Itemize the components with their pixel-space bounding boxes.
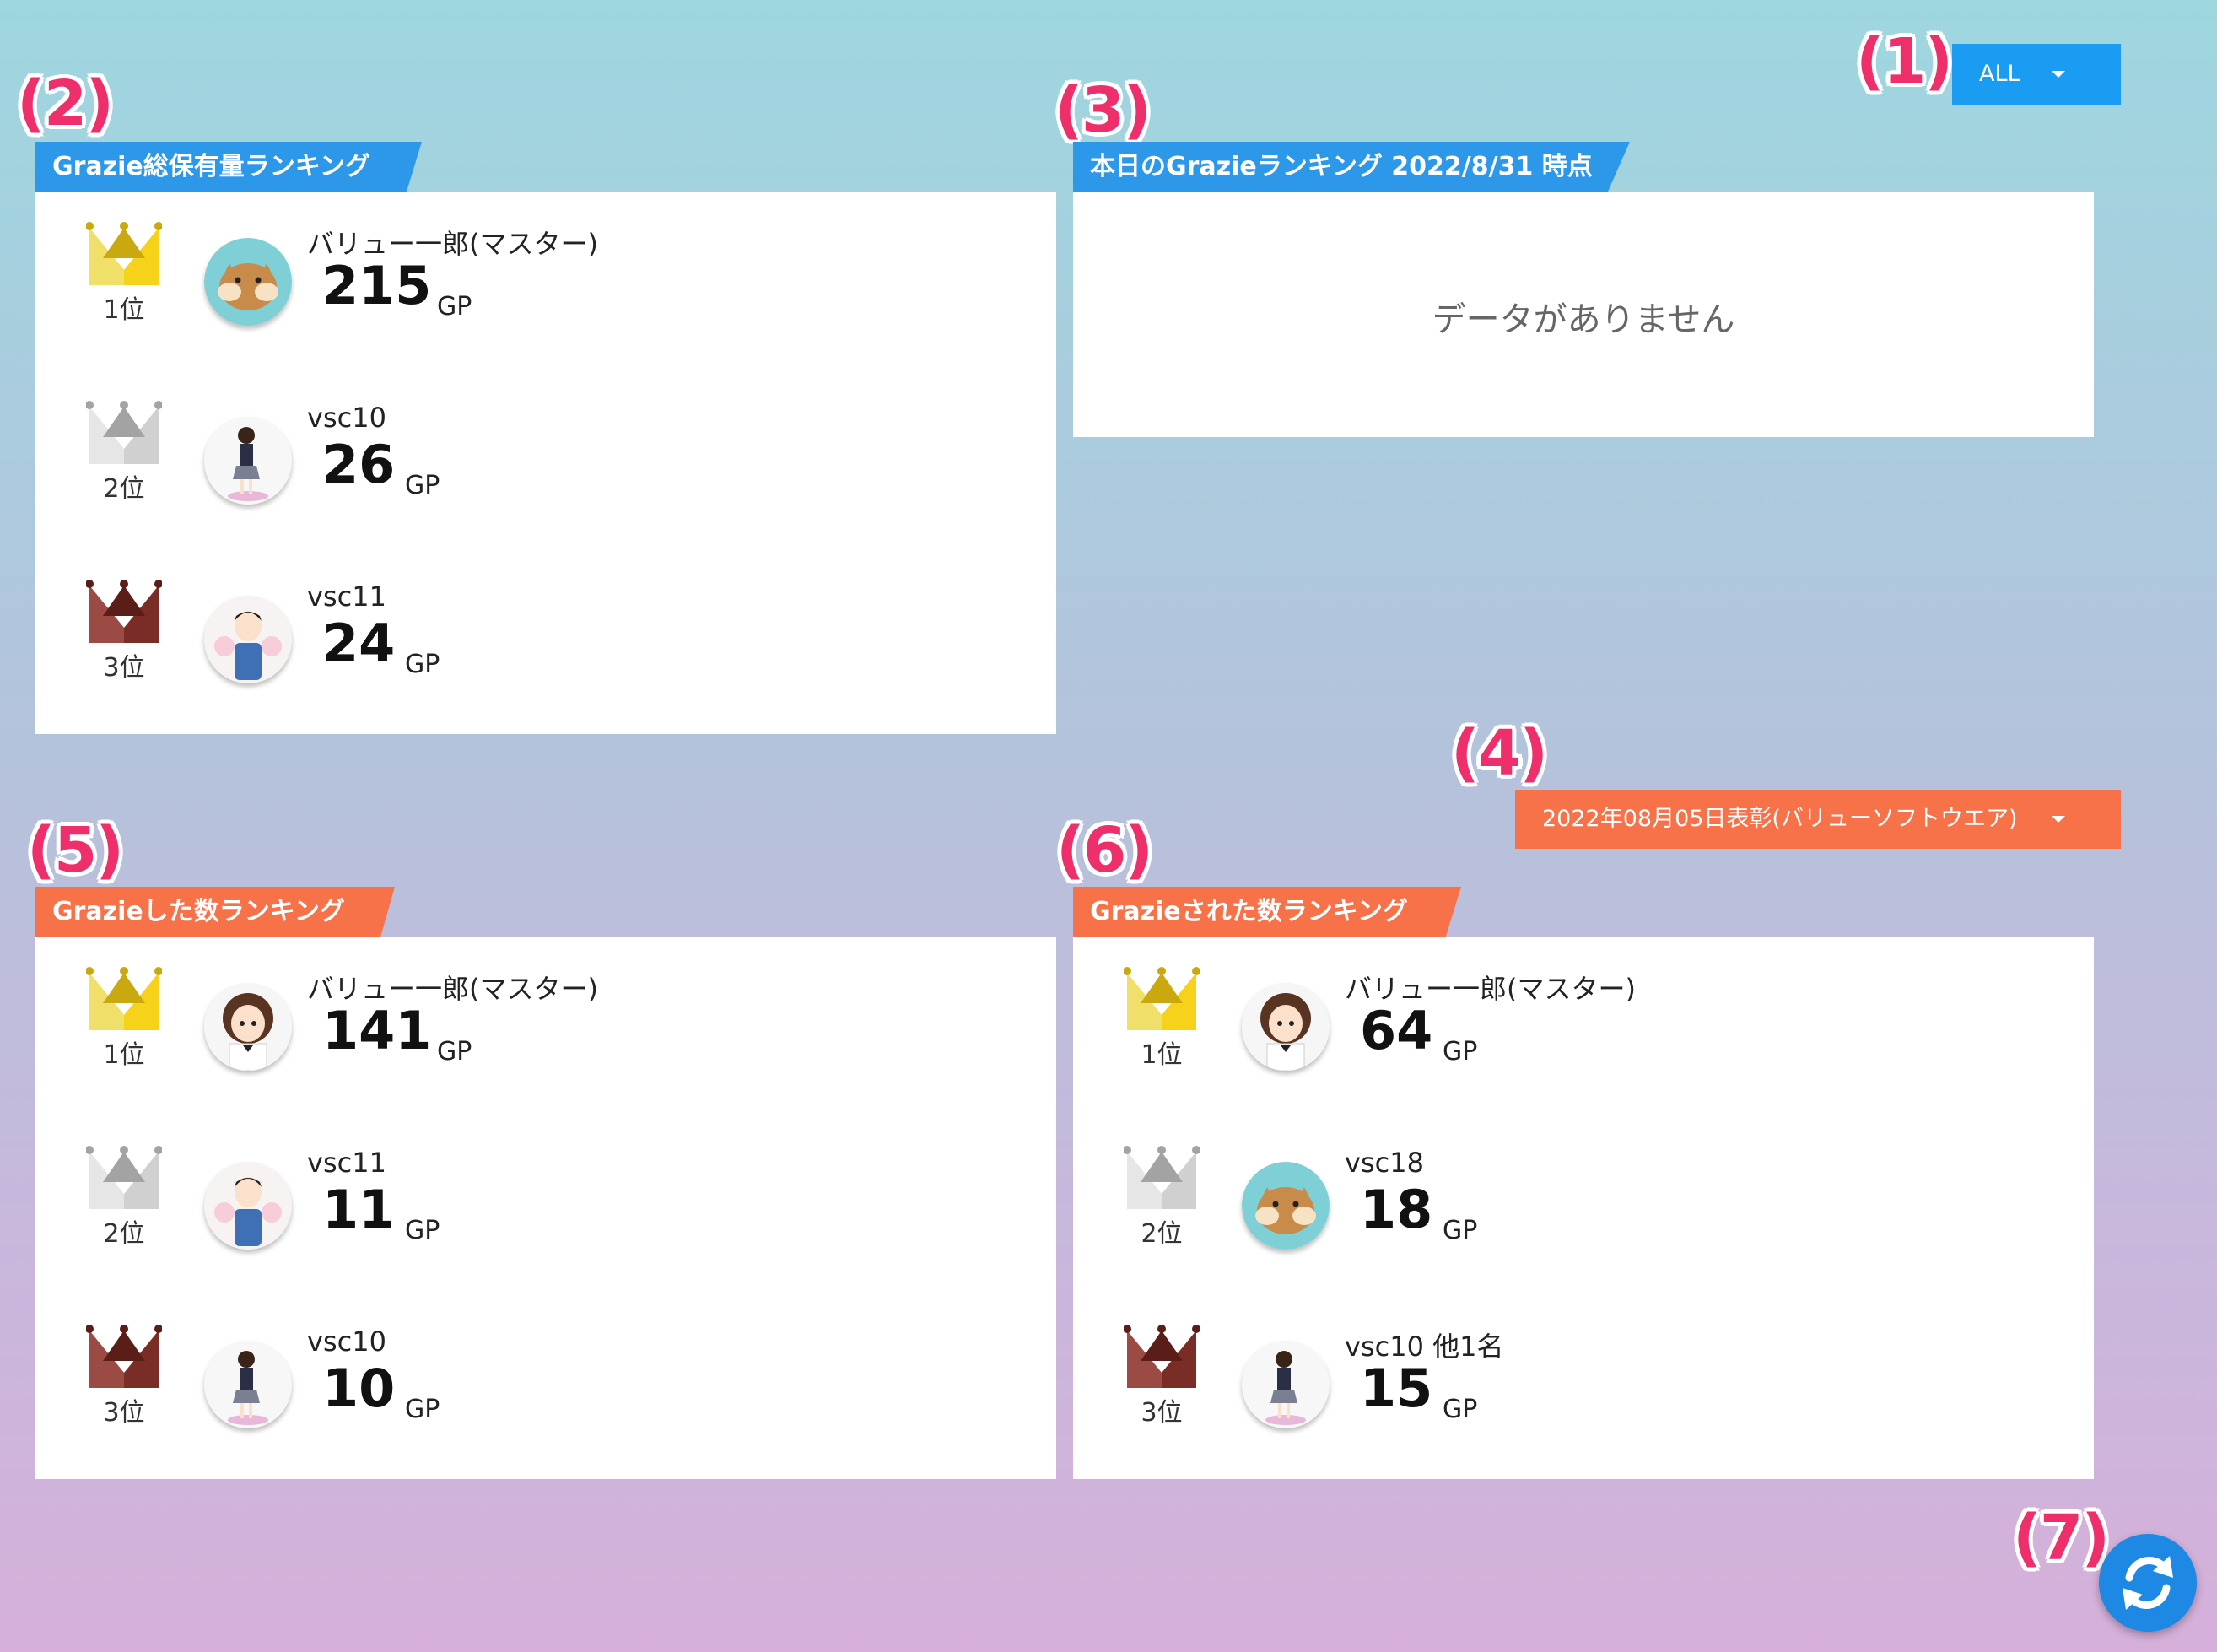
schoolgirl-avatar-icon bbox=[204, 417, 292, 505]
annotation-1: (1) bbox=[1856, 25, 1953, 98]
annotation-3: (3) bbox=[1055, 74, 1152, 147]
rank-label: 1位 bbox=[103, 295, 145, 325]
chevron-down-icon bbox=[2052, 816, 2065, 823]
ranking-row: 1位 バリュー一郎(マスター) 215 GP bbox=[35, 221, 1056, 390]
user-name: vsc11 bbox=[307, 1147, 386, 1179]
ranking-row: 1位 バリュー一郎(マスター) 64 GP bbox=[1073, 966, 2094, 1135]
annotation-7: (7) bbox=[2013, 1502, 2110, 1574]
annotation-6: (6) bbox=[1056, 814, 1153, 887]
points-unit: GP bbox=[405, 471, 440, 500]
points-unit: GP bbox=[1443, 1216, 1478, 1245]
silver-crown-icon bbox=[85, 400, 163, 467]
chevron-down-icon bbox=[2052, 71, 2065, 78]
schoolgirl-avatar-icon bbox=[1242, 1341, 1330, 1428]
points-value: 26 bbox=[322, 434, 396, 495]
annotation-2: (2) bbox=[17, 67, 114, 140]
silver-crown-icon bbox=[1123, 1145, 1200, 1212]
rank-label: 1位 bbox=[103, 1040, 145, 1070]
points-value: 15 bbox=[1360, 1358, 1433, 1419]
period-dropdown[interactable]: 2022年08月05日表彰(バリューソフトウエア) bbox=[1515, 790, 2121, 849]
rank-label: 1位 bbox=[1141, 1040, 1183, 1070]
user-name: vsc10 bbox=[307, 1325, 386, 1358]
user-name: vsc18 bbox=[1345, 1147, 1424, 1179]
filter-dropdown[interactable]: ALL bbox=[1952, 44, 2121, 105]
rank-label: 3位 bbox=[103, 653, 145, 683]
points-unit: GP bbox=[437, 1037, 472, 1066]
bronze-crown-icon bbox=[85, 1324, 163, 1391]
points-unit: GP bbox=[405, 1395, 440, 1424]
rank-label: 3位 bbox=[1141, 1398, 1183, 1428]
ranking-row: 3位 vsc10 10 GP bbox=[35, 1324, 1056, 1493]
schoolgirl-avatar-icon bbox=[204, 1341, 292, 1428]
points-unit: GP bbox=[405, 650, 440, 679]
rank-label: 2位 bbox=[103, 1219, 145, 1249]
ranking-row: 2位 vsc10 26 GP bbox=[35, 400, 1056, 569]
girl-avatar-icon bbox=[204, 983, 292, 1071]
refresh-icon bbox=[2123, 1556, 2173, 1610]
gold-crown-icon bbox=[85, 966, 163, 1034]
given-ranking-title: Grazieした数ランキング bbox=[35, 887, 395, 937]
bronze-crown-icon bbox=[1123, 1324, 1200, 1391]
points-unit: GP bbox=[1443, 1395, 1478, 1424]
boy-avatar-icon bbox=[204, 1162, 292, 1250]
ranking-row: 3位 vsc10 他1名 15 GP bbox=[1073, 1324, 2094, 1493]
filter-dropdown-label: ALL bbox=[1979, 61, 2020, 87]
ranking-row: 2位 vsc11 11 GP bbox=[35, 1145, 1056, 1314]
points-value: 18 bbox=[1360, 1179, 1433, 1240]
bronze-crown-icon bbox=[85, 579, 163, 646]
user-name: vsc10 bbox=[307, 402, 386, 434]
rank-label: 3位 bbox=[103, 1398, 145, 1428]
points-value: 11 bbox=[322, 1179, 396, 1240]
today-ranking-title: 本日のGrazieランキング 2022/8/31 時点 bbox=[1073, 142, 1630, 192]
silver-crown-icon bbox=[85, 1145, 163, 1212]
rank-label: 2位 bbox=[1141, 1219, 1183, 1249]
points-unit: GP bbox=[437, 292, 472, 321]
ranking-row: 1位 バリュー一郎(マスター) 141 GP bbox=[35, 966, 1056, 1135]
period-dropdown-label: 2022年08月05日表彰(バリューソフトウエア) bbox=[1542, 806, 2018, 832]
points-value: 10 bbox=[322, 1358, 396, 1419]
refresh-button[interactable] bbox=[2099, 1534, 2197, 1632]
points-value: 24 bbox=[322, 613, 396, 674]
chipmunk-avatar-icon bbox=[1242, 1162, 1330, 1250]
boy-avatar-icon bbox=[204, 596, 292, 683]
ranking-row: 2位 vsc18 18 GP bbox=[1073, 1145, 2094, 1314]
chipmunk-avatar-icon bbox=[204, 238, 292, 326]
total-ranking-panel: 1位 バリュー一郎(マスター) 215 GP 2位 vsc10 26 GP 3位 vsc11 24 G… bbox=[35, 192, 1056, 734]
points-unit: GP bbox=[405, 1216, 440, 1245]
received-ranking-title: Grazieされた数ランキング bbox=[1073, 887, 1461, 937]
empty-state-text: データがありません bbox=[1432, 300, 1735, 339]
annotation-4: (4) bbox=[1451, 717, 1548, 790]
given-ranking-panel: 1位 バリュー一郎(マスター) 141 GP 2位 vsc11 11 GP 3位 vsc10 10 G… bbox=[35, 937, 1056, 1479]
annotation-5: (5) bbox=[27, 814, 124, 887]
total-ranking-title: Grazie総保有量ランキング bbox=[35, 142, 422, 192]
girl-avatar-icon bbox=[1242, 983, 1330, 1071]
points-unit: GP bbox=[1443, 1037, 1478, 1066]
gold-crown-icon bbox=[85, 221, 163, 289]
rank-label: 2位 bbox=[103, 474, 145, 504]
user-name: vsc11 bbox=[307, 580, 386, 613]
today-ranking-panel: データがありません bbox=[1073, 192, 2094, 437]
points-value: 215 bbox=[322, 255, 432, 316]
points-value: 64 bbox=[1360, 1000, 1433, 1061]
received-ranking-panel: 1位 バリュー一郎(マスター) 64 GP 2位 vsc18 18 GP 3位 vsc10 他1名… bbox=[1073, 937, 2094, 1479]
ranking-row: 3位 vsc11 24 GP bbox=[35, 579, 1056, 748]
points-value: 141 bbox=[322, 1000, 432, 1061]
gold-crown-icon bbox=[1123, 966, 1200, 1034]
